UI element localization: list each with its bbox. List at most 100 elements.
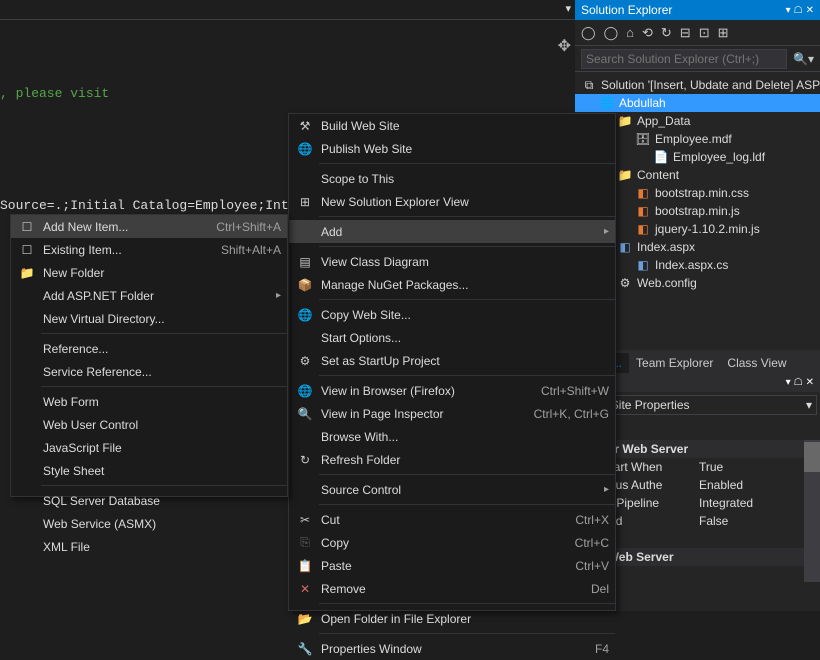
copy-site-icon: 🌐: [295, 307, 315, 323]
forward-icon[interactable]: ◯: [604, 25, 619, 41]
window-position-icon[interactable]: ▾: [786, 5, 791, 16]
editor-tab-well: [0, 0, 575, 20]
menu-separator: [319, 216, 615, 217]
menu-new-folder[interactable]: 📁New Folder: [11, 261, 287, 284]
menu-refresh[interactable]: ↻Refresh Folder: [289, 448, 615, 471]
refresh-icon[interactable]: ↻: [661, 25, 672, 41]
sync-icon[interactable]: ⟲: [642, 25, 653, 41]
solution-icon: ⧉: [581, 77, 597, 93]
menu-add-new-item[interactable]: ☐Add New Item...Ctrl+Shift+A: [11, 215, 287, 238]
publish-icon: 🌐: [295, 141, 315, 157]
menu-browse-with[interactable]: Browse With...: [289, 425, 615, 448]
project-icon: 🌐: [599, 95, 615, 111]
dropdown-icon[interactable]: ▾: [565, 2, 571, 15]
menu-remove[interactable]: ✕RemoveDel: [289, 577, 615, 600]
diagram-icon: ▤: [295, 254, 315, 270]
tab-class-view[interactable]: Class View: [720, 353, 793, 373]
search-icon[interactable]: 🔍▾: [793, 52, 814, 66]
js-icon: ◧: [635, 203, 651, 219]
properties-icon[interactable]: ⊞: [718, 25, 729, 41]
show-all-icon[interactable]: ⊡: [699, 25, 710, 41]
close-icon[interactable]: ✕: [806, 377, 814, 388]
file-icon: 📄: [653, 149, 669, 165]
menu-reference[interactable]: Reference...: [11, 337, 287, 360]
context-menu: ⚒Build Web Site 🌐Publish Web Site Scope …: [288, 113, 616, 611]
menu-xml-file[interactable]: XML File: [11, 535, 287, 558]
chevron-right-icon: ▸: [604, 226, 609, 237]
menu-separator: [319, 603, 615, 604]
menu-service-ref[interactable]: Service Reference...: [11, 360, 287, 383]
scrollbar-thumb[interactable]: [804, 442, 820, 472]
package-icon: 📦: [295, 277, 315, 293]
menu-nuget[interactable]: 📦Manage NuGet Packages...: [289, 273, 615, 296]
tab-team-explorer[interactable]: Team Explorer: [629, 353, 720, 373]
menu-page-inspector[interactable]: 🔍View in Page InspectorCtrl+K, Ctrl+G: [289, 402, 615, 425]
menu-separator: [319, 299, 615, 300]
menu-existing-item[interactable]: ☐Existing Item...Shift+Alt+A: [11, 238, 287, 261]
menu-open-folder[interactable]: 📂Open Folder in File Explorer: [289, 607, 615, 630]
add-submenu: ☐Add New Item...Ctrl+Shift+A ☐Existing I…: [10, 214, 288, 497]
menu-source-control[interactable]: Source Control▸: [289, 478, 615, 501]
menu-publish[interactable]: 🌐Publish Web Site: [289, 137, 615, 160]
search-row: 🔍▾: [575, 46, 820, 72]
close-icon[interactable]: ✕: [806, 5, 814, 16]
menu-virtual-dir[interactable]: New Virtual Directory...: [11, 307, 287, 330]
home-icon[interactable]: ⌂: [626, 25, 634, 40]
split-handle-icon[interactable]: ✥: [558, 36, 571, 56]
menu-asp-folder[interactable]: Add ASP.NET Folder▸: [11, 284, 287, 307]
menu-build[interactable]: ⚒Build Web Site: [289, 114, 615, 137]
menu-new-view[interactable]: ⊞New Solution Explorer View: [289, 190, 615, 213]
menu-properties-window[interactable]: 🔧Properties WindowF4: [289, 637, 615, 660]
folder-open-icon: 📂: [295, 611, 315, 627]
menu-style-sheet[interactable]: Style Sheet: [11, 459, 287, 482]
menu-copy: ⎘CopyCtrl+C: [289, 531, 615, 554]
startup-icon: ⚙: [295, 353, 315, 369]
panel-header: Solution Explorer ▾ ☖ ✕: [575, 0, 820, 20]
refresh-icon: ↻: [295, 452, 315, 468]
menu-start-options[interactable]: Start Options...: [289, 326, 615, 349]
cut-icon: ✂: [295, 512, 315, 528]
remove-icon: ✕: [295, 581, 315, 597]
menu-separator: [319, 375, 615, 376]
menu-separator: [319, 633, 615, 634]
panel-title: Solution Explorer: [581, 3, 786, 17]
aspx-icon: ◧: [617, 239, 633, 255]
menu-add[interactable]: Add▸: [289, 220, 615, 243]
menu-web-service[interactable]: Web Service (ASMX): [11, 512, 287, 535]
project-node[interactable]: 🌐Abdullah: [575, 94, 820, 112]
database-icon: 🗄: [635, 131, 651, 147]
search-input[interactable]: [581, 49, 787, 69]
browser-icon: 🌐: [295, 383, 315, 399]
menu-view-browser[interactable]: 🌐View in Browser (Firefox)Ctrl+Shift+W: [289, 379, 615, 402]
menu-startup[interactable]: ⚙Set as StartUp Project: [289, 349, 615, 372]
menu-js-file[interactable]: JavaScript File: [11, 436, 287, 459]
menu-scope[interactable]: Scope to This: [289, 167, 615, 190]
window-position-icon[interactable]: ▾: [786, 377, 791, 388]
pin-icon[interactable]: ☖: [794, 377, 803, 388]
scrollbar[interactable]: [804, 440, 820, 582]
wrench-icon: 🔧: [295, 641, 315, 657]
back-icon[interactable]: ◯: [581, 25, 596, 41]
menu-class-diagram[interactable]: ▤View Class Diagram: [289, 250, 615, 273]
menu-cut[interactable]: ✂CutCtrl+X: [289, 508, 615, 531]
menu-separator: [41, 333, 287, 334]
code-line: Source=.;Initial Catalog=Employee;Integr…: [0, 198, 320, 213]
menu-sql-db[interactable]: SQL Server Database: [11, 489, 287, 512]
menu-web-user-control[interactable]: Web User Control: [11, 413, 287, 436]
chevron-down-icon: ▾: [806, 398, 812, 412]
menu-separator: [319, 163, 615, 164]
window-icon: ⊞: [295, 194, 315, 210]
collapse-icon[interactable]: ⊟: [680, 25, 691, 41]
js-icon: ◧: [635, 221, 651, 237]
css-icon: ◧: [635, 185, 651, 201]
new-folder-icon: 📁: [17, 265, 37, 281]
menu-web-form[interactable]: Web Form: [11, 390, 287, 413]
menu-separator: [319, 474, 615, 475]
copy-icon: ⎘: [295, 535, 315, 551]
pin-icon[interactable]: ☖: [794, 5, 803, 16]
folder-icon: 📁: [617, 113, 633, 129]
folder-icon: 📁: [617, 167, 633, 183]
menu-copy-site[interactable]: 🌐Copy Web Site...: [289, 303, 615, 326]
build-icon: ⚒: [295, 118, 315, 134]
solution-node[interactable]: ⧉Solution '[Insert, Ubdate and Delete] A…: [575, 76, 820, 94]
